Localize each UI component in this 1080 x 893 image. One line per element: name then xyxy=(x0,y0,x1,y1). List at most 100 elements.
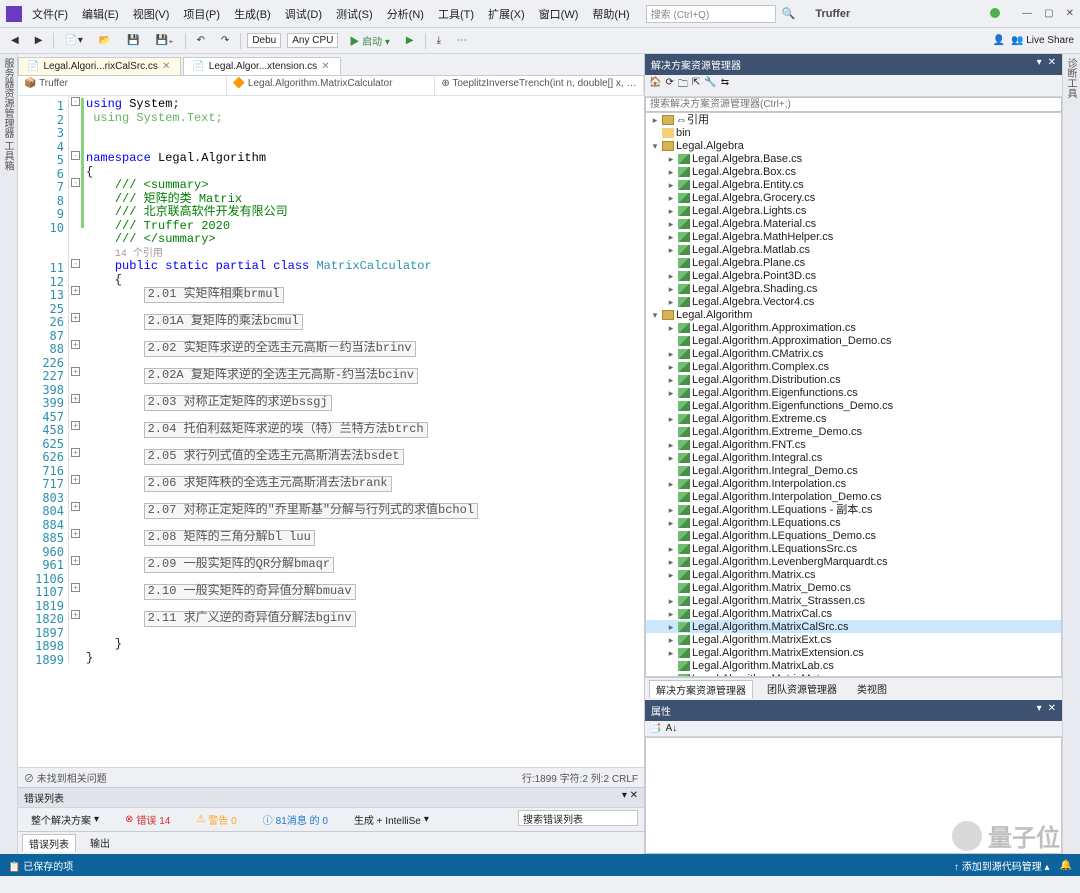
tree-node[interactable]: ▾Legal.Algorithm xyxy=(646,308,1061,321)
nav-project[interactable]: 📦 Truffer xyxy=(18,76,227,95)
menu-item[interactable]: 调试(D) xyxy=(279,4,328,24)
document-tab[interactable]: 📄Legal.Algor...xtension.cs✕ xyxy=(183,57,340,75)
tree-node[interactable]: ▸⇔引用 xyxy=(646,113,1061,126)
tree-node[interactable]: ▸Legal.Algebra.MathHelper.cs xyxy=(646,230,1061,243)
properties-icon[interactable]: 🔧 xyxy=(704,77,716,94)
tree-node[interactable]: ▸Legal.Algorithm.Interpolation.cs xyxy=(646,477,1061,490)
menu-item[interactable]: 视图(V) xyxy=(127,4,176,24)
tree-node[interactable]: Legal.Algorithm.Approximation_Demo.cs xyxy=(646,334,1061,347)
maximize-button[interactable]: ▢ xyxy=(1044,8,1053,19)
notifications-icon[interactable]: 🔔 xyxy=(1060,860,1072,871)
new-button[interactable]: 📄▾ xyxy=(60,32,87,49)
more-icon[interactable]: ⋯ xyxy=(452,32,472,49)
home-icon[interactable]: 🏠 xyxy=(649,77,661,94)
tree-node[interactable]: ▸Legal.Algorithm.CMatrix.cs xyxy=(646,347,1061,360)
tabstrip-item[interactable]: 错误列表 xyxy=(22,834,76,852)
menu-item[interactable]: 项目(P) xyxy=(177,4,226,24)
tree-node[interactable]: Legal.Algorithm.LEquations_Demo.cs xyxy=(646,529,1061,542)
errors-filter[interactable]: ⊗ 错误 14 xyxy=(118,810,177,829)
open-button[interactable]: 📂 xyxy=(94,32,116,49)
tree-node[interactable]: ▸Legal.Algebra.Base.cs xyxy=(646,152,1061,165)
tree-node[interactable]: ▸Legal.Algebra.Shading.cs xyxy=(646,282,1061,295)
redo-button[interactable]: ↷ xyxy=(216,32,234,49)
nav-class[interactable]: 🔶 Legal.Algorithm.MatrixCalculator xyxy=(227,76,436,95)
saveall-button[interactable]: 💾₊ xyxy=(151,32,179,49)
start-debug-button[interactable]: ▶ 启动 ▾ xyxy=(344,30,395,51)
menu-item[interactable]: 编辑(E) xyxy=(76,4,125,24)
quick-search-input[interactable]: 搜索 (Ctrl+Q) xyxy=(646,5,776,23)
undo-button[interactable]: ↶ xyxy=(192,32,210,49)
menu-item[interactable]: 帮助(H) xyxy=(586,4,635,24)
tree-node[interactable]: ▸Legal.Algebra.Grocery.cs xyxy=(646,191,1061,204)
menu-item[interactable]: 扩展(X) xyxy=(482,4,531,24)
errorlist-search[interactable]: 搜索错误列表 xyxy=(518,810,638,826)
search-icon[interactable]: 🔍 xyxy=(782,7,796,20)
tree-node[interactable]: ▸Legal.Algebra.Matlab.cs xyxy=(646,243,1061,256)
close-button[interactable]: ✕ xyxy=(1066,8,1074,19)
tree-node[interactable]: ▸Legal.Algorithm.Complex.cs xyxy=(646,360,1061,373)
build-filter[interactable]: 生成 + IntelliSe ▾ xyxy=(347,810,436,829)
tree-node[interactable]: ▸Legal.Algorithm.Distribution.cs xyxy=(646,373,1061,386)
nav-back-button[interactable]: ◀ xyxy=(6,32,24,49)
menu-item[interactable]: 工具(T) xyxy=(432,4,480,24)
menu-item[interactable]: 生成(B) xyxy=(228,4,277,24)
tree-node[interactable]: ▸Legal.Algorithm.Matrix.cs xyxy=(646,568,1061,581)
left-toolwindow-gutter[interactable]: 服务器资源管理器 工具箱 xyxy=(0,54,18,854)
scope-dropdown[interactable]: 整个解决方案 ▾ xyxy=(24,810,106,829)
menu-item[interactable]: 测试(S) xyxy=(330,4,379,24)
tree-node[interactable]: ▸Legal.Algorithm.LEquations - 副本.cs xyxy=(646,503,1061,516)
tabstrip-item[interactable]: 团队资源管理器 xyxy=(761,680,843,698)
tree-node[interactable]: ▸Legal.Algorithm.MatrixCalSrc.cs xyxy=(646,620,1061,633)
alpha-icon[interactable]: A↓ xyxy=(665,723,677,734)
config-dropdown[interactable]: Debu xyxy=(247,33,281,48)
tree-node[interactable]: ▸Legal.Algorithm.MatrixCal.cs xyxy=(646,607,1061,620)
liveshare-button[interactable]: 👥 Live Share xyxy=(1011,35,1074,46)
tree-node[interactable]: Legal.Algebra.Plane.cs xyxy=(646,256,1061,269)
tree-node[interactable]: ▸Legal.Algebra.Entity.cs xyxy=(646,178,1061,191)
tree-node[interactable]: ▸Legal.Algebra.Point3D.cs xyxy=(646,269,1061,282)
tab-close-icon[interactable]: ✕ xyxy=(321,61,329,72)
save-button[interactable]: 💾 xyxy=(122,32,144,49)
menu-item[interactable]: 窗口(W) xyxy=(533,4,585,24)
issues-indicator[interactable]: ⊘ 未找到相关问题 xyxy=(24,770,107,785)
tab-close-icon[interactable]: ✕ xyxy=(162,61,170,72)
properties-grid[interactable] xyxy=(645,737,1062,854)
tree-node[interactable]: ▸Legal.Algorithm.Eigenfunctions.cs xyxy=(646,386,1061,399)
tree-node[interactable]: ▸Legal.Algorithm.FNT.cs xyxy=(646,438,1061,451)
sync-icon[interactable]: ⇆ xyxy=(721,77,729,94)
showall-icon[interactable]: 🗀 xyxy=(678,77,688,94)
tree-node[interactable]: Legal.Algorithm.Eigenfunctions_Demo.cs xyxy=(646,399,1061,412)
collapse-icon[interactable]: ⇱ xyxy=(692,77,700,94)
tree-node[interactable]: bin xyxy=(646,126,1061,139)
document-tab[interactable]: 📄Legal.Algori...rixCalSrc.cs✕ xyxy=(18,57,181,75)
tree-node[interactable]: ▸Legal.Algebra.Box.cs xyxy=(646,165,1061,178)
tree-node[interactable]: ▸Legal.Algorithm.LEquations.cs xyxy=(646,516,1061,529)
right-toolwindow-gutter[interactable]: 诊断工具 xyxy=(1062,54,1080,854)
warnings-filter[interactable]: ⚠ 警告 0 xyxy=(189,810,243,829)
code-editor[interactable]: 1234567891011121325268788226227398399457… xyxy=(18,96,644,767)
account-avatar-icon[interactable]: 👤 xyxy=(993,35,1005,46)
tree-node[interactable]: ▸Legal.Algorithm.MatrixExtension.cs xyxy=(646,646,1061,659)
menu-item[interactable]: 文件(F) xyxy=(26,4,74,24)
solution-search-input[interactable] xyxy=(645,97,1062,112)
tree-node[interactable]: ▸Legal.Algebra.Material.cs xyxy=(646,217,1061,230)
categorized-icon[interactable]: 📑 xyxy=(649,723,661,734)
minimize-button[interactable]: — xyxy=(1022,8,1032,19)
nav-fwd-button[interactable]: ▶ xyxy=(30,32,48,49)
refresh-icon[interactable]: ⟳ xyxy=(665,77,673,94)
tree-node[interactable]: ▸Legal.Algorithm.Approximation.cs xyxy=(646,321,1061,334)
start-nodbg-button[interactable]: ▶ xyxy=(401,32,419,49)
tree-node[interactable]: ▸Legal.Algorithm.Matrix_Strassen.cs xyxy=(646,594,1061,607)
tree-node[interactable]: ▸Legal.Algorithm.Integral.cs xyxy=(646,451,1061,464)
panel-close-icon[interactable]: ✕ xyxy=(1048,57,1056,72)
tree-node[interactable]: ▸Legal.Algebra.Lights.cs xyxy=(646,204,1061,217)
tabstrip-item[interactable]: 输出 xyxy=(84,834,116,852)
tree-node[interactable]: ▸Legal.Algorithm.LevenbergMarquardt.cs xyxy=(646,555,1061,568)
tree-node[interactable]: ▸Legal.Algorithm.MatrixExt.cs xyxy=(646,633,1061,646)
tree-node[interactable]: Legal.Algorithm.MatrixLab.cs xyxy=(646,659,1061,672)
platform-dropdown[interactable]: Any CPU xyxy=(287,33,338,48)
source-control-button[interactable]: ↑ 添加到源代码管理 ▴ xyxy=(954,858,1050,873)
tree-node[interactable]: Legal.Algorithm.Interpolation_Demo.cs xyxy=(646,490,1061,503)
tree-node[interactable]: ▾Legal.Algebra xyxy=(646,139,1061,152)
tree-node[interactable]: Legal.Algorithm.Extreme_Demo.cs xyxy=(646,425,1061,438)
